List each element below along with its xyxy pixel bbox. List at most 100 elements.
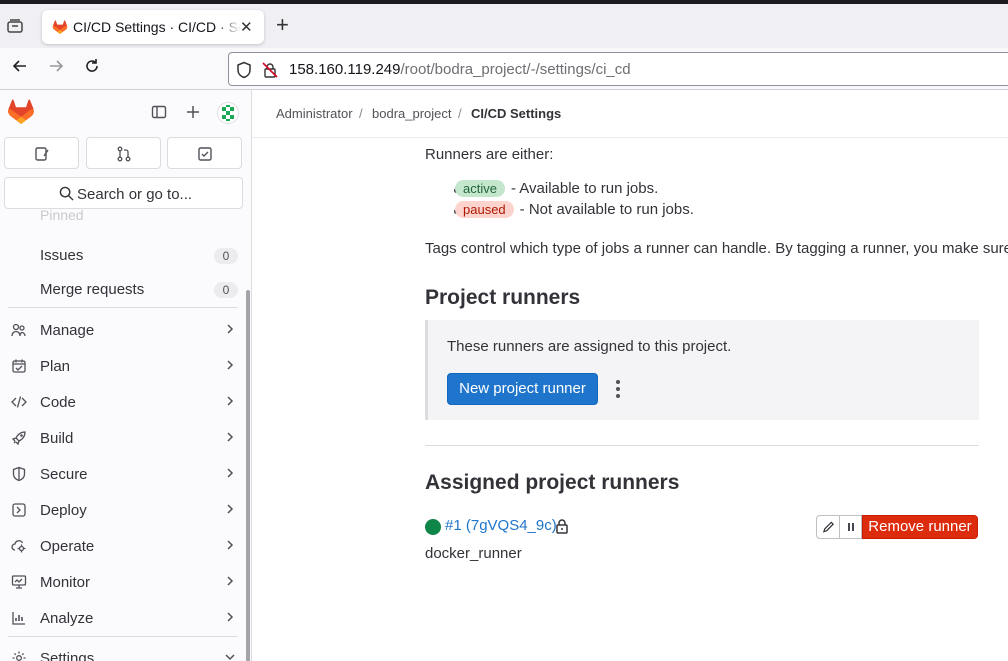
url-text: 158.160.119.249/root/bodra_project/-/set… [289, 61, 631, 78]
sidebar-item-label: Settings [40, 650, 95, 661]
breadcrumb-current[interactable]: CI/CD Settings [471, 106, 561, 121]
chevron-right-icon [227, 324, 234, 334]
status-active-desc: - Available to run jobs. [510, 180, 659, 197]
search-label: Search or go to... [77, 186, 193, 203]
chevron-down-icon [225, 654, 235, 661]
sidebar-item-merge-requests[interactable]: Merge requests 0 [0, 272, 246, 306]
sidebar-item-issues[interactable]: Issues 0 [0, 238, 246, 272]
chevron-right-icon [227, 360, 234, 370]
project-runners-heading: Project runners [425, 286, 581, 309]
monitor-icon [11, 575, 27, 589]
sidebar-item-label: Issues [40, 247, 84, 264]
url-host: 158.160.119.249 [289, 61, 401, 78]
section-divider [425, 445, 979, 446]
arrow-left-icon [12, 60, 26, 72]
sidebar-item-code[interactable]: Code [0, 385, 246, 419]
remove-runner-button[interactable]: Remove runner [862, 515, 978, 539]
runner-link[interactable]: #1 (7gVQS4_9c) [445, 517, 557, 534]
back-button[interactable] [12, 58, 28, 78]
breadcrumb: Administrator / bodra_project / CI/CD Se… [252, 90, 1008, 138]
main-content: Administrator / bodra_project / CI/CD Se… [252, 90, 1008, 661]
sidebar-item-plan[interactable]: Plan [0, 349, 246, 383]
sidebar-item-label: Code [40, 394, 76, 411]
create-new-icon[interactable] [185, 104, 201, 120]
sidebar-header: Search or go to... [0, 90, 251, 212]
chevron-right-icon [227, 396, 234, 406]
issues-icon [35, 147, 49, 161]
url-path: /root/bodra_project/-/settings/ci_cd [400, 61, 631, 78]
sidebar-divider [8, 307, 238, 308]
shield-icon [12, 466, 26, 482]
runner-actions: Remove runner [816, 515, 978, 539]
assigned-issues-button[interactable] [4, 137, 79, 169]
settings-content: Runners are either: active - Available to… [425, 138, 1008, 661]
sidebar-item-label: Deploy [40, 502, 87, 519]
count-badge: 0 [214, 282, 238, 298]
status-paused-desc: - Not available to run jobs. [519, 201, 694, 218]
breadcrumb-item[interactable]: Administrator [276, 106, 353, 121]
chevron-right-icon [227, 576, 234, 586]
sidebar-item-label: Monitor [40, 574, 91, 591]
sidebar-toggle-icon[interactable] [151, 104, 167, 120]
sidebar-item-label: Manage [40, 322, 95, 339]
todo-list-button[interactable] [167, 137, 242, 169]
breadcrumb-item[interactable]: bodra_project [372, 106, 452, 121]
browser-tab-active[interactable]: CI/CD Settings · CI/CD · Se ✕ [42, 10, 264, 44]
insecure-lock-icon[interactable] [261, 61, 279, 79]
breadcrumb-separator: / [458, 106, 462, 121]
browser-tab-bar: CI/CD Settings · CI/CD · Se ✕ + [0, 4, 1008, 48]
forward-button[interactable] [48, 58, 64, 78]
sidebar-item-analyze[interactable]: Analyze [0, 601, 246, 635]
browser-nav-bar: 158.160.119.249/root/bodra_project/-/set… [0, 48, 1008, 90]
sidebar-item-operate[interactable]: Operate [0, 529, 246, 563]
reload-icon [86, 59, 98, 72]
merge-request-icon [117, 146, 131, 162]
pencil-icon [822, 521, 834, 533]
sidebar: Search or go to... Pinned Issues 0 Merge… [0, 90, 252, 661]
sidebar-item-label: Operate [40, 538, 95, 555]
runners-intro-text: Runners are either: [425, 146, 554, 163]
gitlab-logo-icon[interactable] [8, 99, 34, 124]
project-runners-callout: These runners are assigned to this proje… [425, 320, 979, 420]
code-icon [11, 396, 27, 408]
tab-close-icon[interactable]: ✕ [240, 18, 256, 36]
arrow-right-icon [50, 60, 64, 72]
tab-list-icon[interactable] [6, 18, 26, 36]
avatar[interactable] [217, 102, 239, 124]
sidebar-item-monitor[interactable]: Monitor [0, 565, 246, 599]
new-project-runner-button[interactable]: New project runner [447, 373, 598, 405]
rocket-icon [11, 431, 26, 446]
pause-runner-button[interactable] [840, 515, 862, 539]
sidebar-item-label: Merge requests [40, 281, 145, 298]
calendar-icon [12, 359, 26, 373]
status-list-item-paused: paused - Not available to run jobs. [455, 201, 694, 218]
sidebar-item-label: Plan [40, 358, 71, 375]
status-list-item-active: active - Available to run jobs. [455, 180, 658, 197]
sidebar-item-deploy[interactable]: Deploy [0, 493, 246, 527]
runner-tag: docker_runner [425, 545, 522, 562]
sidebar-item-secure[interactable]: Secure [0, 457, 246, 491]
gear-icon [12, 651, 26, 661]
reload-button[interactable] [84, 58, 100, 78]
edit-runner-button[interactable] [816, 515, 840, 539]
pinned-section-label[interactable]: Pinned [40, 207, 84, 223]
count-badge: 0 [214, 248, 238, 264]
new-tab-button[interactable]: + [276, 14, 289, 36]
search-icon [59, 186, 74, 201]
chevron-right-icon [227, 612, 234, 622]
address-bar[interactable]: 158.160.119.249/root/bodra_project/-/set… [228, 52, 1008, 86]
sidebar-item-label: Build [40, 430, 74, 447]
sidebar-nav: Pinned Issues 0 Merge requests 0 Manage … [0, 207, 251, 661]
todo-icon [198, 147, 212, 161]
status-badge-active: active [455, 180, 505, 197]
sidebar-item-manage[interactable]: Manage [0, 313, 246, 347]
more-actions-icon[interactable] [612, 378, 624, 400]
merge-requests-button[interactable] [86, 137, 161, 169]
sidebar-item-settings[interactable]: Settings [0, 641, 246, 661]
sidebar-item-build[interactable]: Build [0, 421, 246, 455]
chart-icon [12, 612, 25, 625]
search-button[interactable]: Search or go to... [4, 177, 243, 209]
sidebar-scrollbar[interactable] [246, 290, 250, 661]
cloud-gear-icon [11, 540, 26, 553]
sidebar-item-label: Analyze [40, 610, 94, 627]
